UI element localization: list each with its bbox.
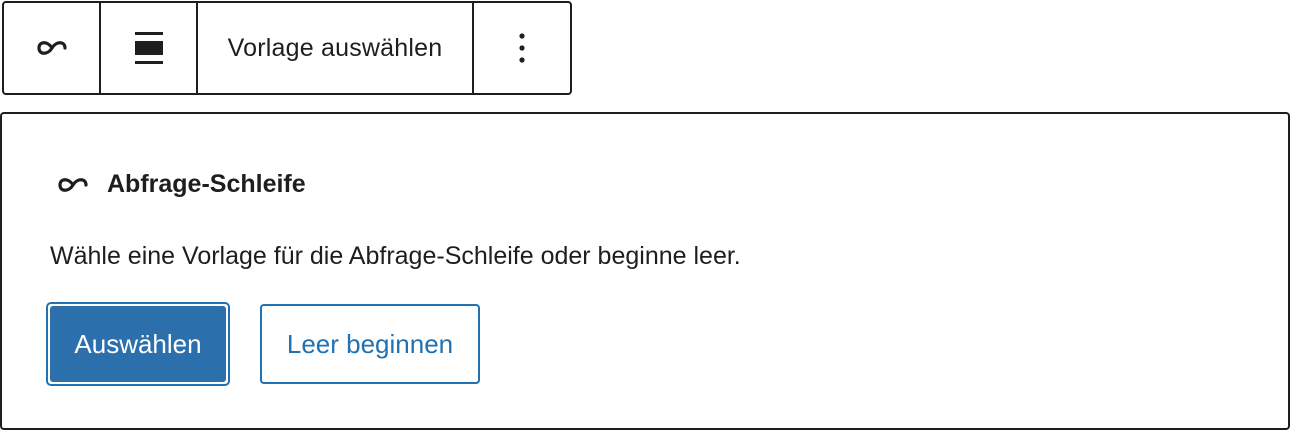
query-loop-placeholder: Abfrage-Schleife Wähle eine Vorlage für … <box>0 112 1290 430</box>
block-toolbar: Vorlage auswählen <box>2 1 572 95</box>
more-options-button[interactable] <box>474 3 570 93</box>
block-type-button[interactable] <box>4 3 101 93</box>
choose-button[interactable]: Auswählen <box>46 302 230 386</box>
placeholder-title: Abfrage-Schleife <box>107 170 306 198</box>
loop-icon <box>56 174 90 196</box>
choose-button-label: Auswählen <box>50 306 226 382</box>
placeholder-header: Abfrage-Schleife <box>56 170 306 199</box>
more-vertical-icon <box>518 32 526 64</box>
loop-icon <box>35 37 69 59</box>
placeholder-description: Wähle eine Vorlage für die Abfrage-Schle… <box>50 242 741 270</box>
choose-pattern-button[interactable]: Vorlage auswählen <box>198 3 474 93</box>
align-wide-icon <box>134 31 164 65</box>
start-blank-button[interactable]: Leer beginnen <box>260 304 480 384</box>
choose-pattern-label: Vorlage auswählen <box>227 33 443 62</box>
placeholder-actions: Auswählen Leer beginnen <box>46 302 480 386</box>
align-button[interactable] <box>101 3 198 93</box>
